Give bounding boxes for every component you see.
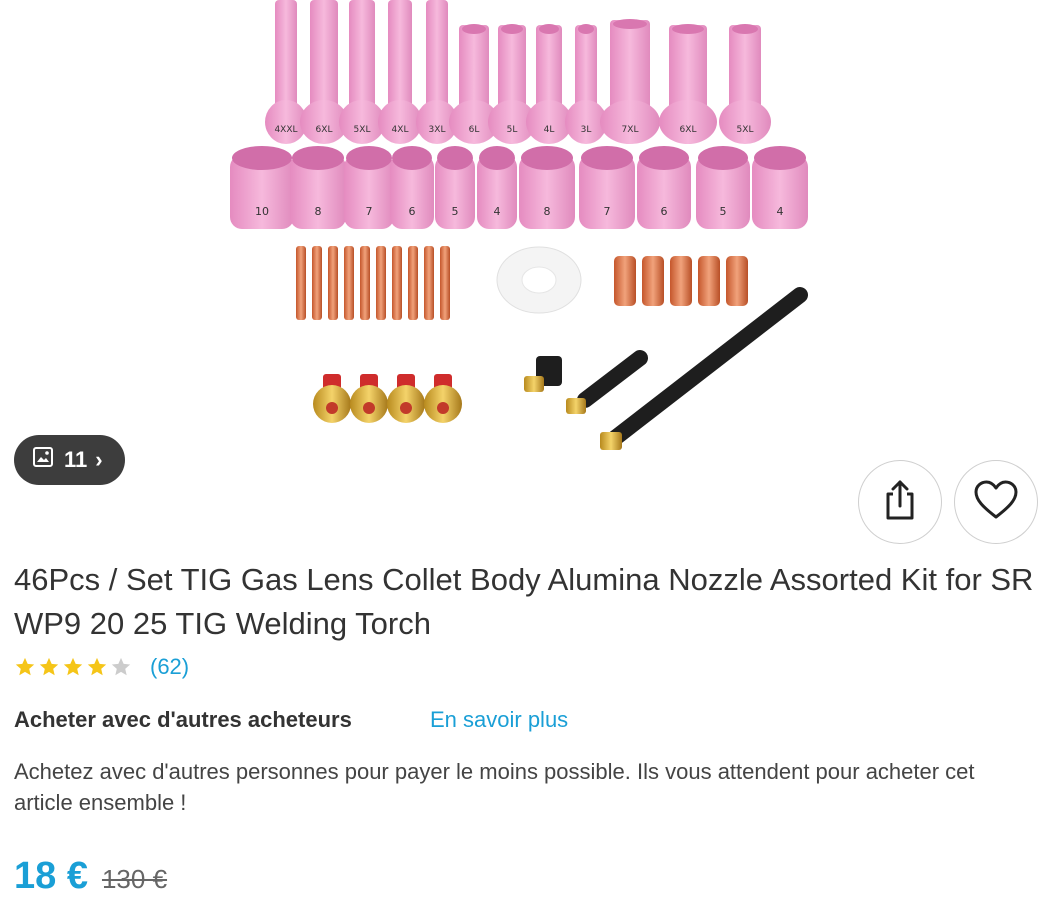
back-caps <box>524 287 808 450</box>
collet-body <box>670 256 692 306</box>
collet <box>344 246 354 320</box>
collet-body <box>698 256 720 306</box>
share-button[interactable] <box>858 460 942 544</box>
svg-text:5XL: 5XL <box>354 125 371 135</box>
collet <box>296 246 306 320</box>
short-nozzle: 8 <box>290 146 346 229</box>
long-nozzle-row: 4XXL 6XL 5XL 4XL 3XL 6L 5L 4L 3L 7XL 6XL 5XL <box>265 0 771 144</box>
tig-kit-photo: 4XXL 6XL 5XL 4XL 3XL 6L 5L 4L 3L 7XL 6XL 5XL 10 8 7 6 5… <box>230 0 808 450</box>
gallery-count: 11 <box>64 447 88 472</box>
collet-row <box>296 246 450 320</box>
svg-text:3XL: 3XL <box>429 125 446 135</box>
short-nozzle-row: 10 8 7 6 5 4 8 7 6 5 4 <box>230 146 808 229</box>
short-nozzle: 6 <box>390 146 434 229</box>
collet-body <box>642 256 664 306</box>
svg-text:4: 4 <box>494 205 501 218</box>
star-icon <box>15 657 35 676</box>
collet <box>376 246 386 320</box>
star-icon <box>39 657 59 676</box>
gallery-count-button[interactable]: 11 › <box>14 435 125 485</box>
long-nozzle: 7XL <box>600 19 660 144</box>
long-nozzle: 6XL <box>659 24 717 144</box>
learn-more-link[interactable]: En savoir plus <box>430 707 568 733</box>
short-nozzle: 5 <box>435 146 475 229</box>
long-nozzle: 4L <box>526 24 572 144</box>
price-row: 18 € 130 € <box>14 855 167 898</box>
short-nozzle: 8 <box>519 146 575 229</box>
collet <box>328 246 338 320</box>
svg-text:6: 6 <box>661 205 668 218</box>
gas-lens <box>387 374 425 423</box>
image-icon <box>32 446 54 474</box>
group-buy-title: Acheter avec d'autres acheteurs <box>14 707 352 732</box>
short-nozzle: 4 <box>477 146 517 229</box>
product-rating[interactable]: (62) <box>14 654 189 680</box>
long-nozzle: 4XL <box>378 0 422 144</box>
short-nozzle: 10 <box>230 146 294 229</box>
short-nozzle: 6 <box>637 146 691 229</box>
group-buy-description: Achetez avec d'autres personnes pour pay… <box>14 759 975 815</box>
svg-text:8: 8 <box>315 205 322 218</box>
svg-text:7XL: 7XL <box>622 125 639 135</box>
svg-text:4: 4 <box>777 205 784 218</box>
svg-text:7: 7 <box>604 205 611 218</box>
collet <box>424 246 434 320</box>
svg-text:6: 6 <box>409 205 416 218</box>
svg-text:10: 10 <box>255 205 269 218</box>
gas-lens <box>350 374 388 423</box>
svg-text:4L: 4L <box>544 125 555 135</box>
svg-text:4XL: 4XL <box>392 125 409 135</box>
svg-text:5: 5 <box>720 205 727 218</box>
star-icon <box>87 657 107 676</box>
rating-stars <box>14 656 132 678</box>
svg-text:5: 5 <box>452 205 459 218</box>
collet-body <box>726 256 748 306</box>
svg-text:6L: 6L <box>469 125 480 135</box>
review-count[interactable]: (62) <box>150 654 189 680</box>
share-icon <box>880 478 920 527</box>
svg-text:5XL: 5XL <box>737 125 754 135</box>
collet <box>360 246 370 320</box>
star-icon <box>63 657 83 676</box>
product-title: 46Pcs / Set TIG Gas Lens Collet Body Alu… <box>14 562 1034 641</box>
gas-lens <box>313 374 351 423</box>
long-nozzle: 5XL <box>719 24 771 144</box>
chevron-right-icon: › <box>95 447 103 472</box>
short-nozzle: 5 <box>696 146 750 229</box>
short-nozzle: 4 <box>752 146 808 229</box>
svg-text:6XL: 6XL <box>680 125 697 135</box>
current-price: 18 € <box>14 855 88 897</box>
favorite-button[interactable] <box>954 460 1038 544</box>
collet <box>408 246 418 320</box>
original-price: 130 € <box>101 864 168 894</box>
short-nozzle: 7 <box>344 146 394 229</box>
product-image[interactable]: 4XXL 6XL 5XL 4XL 3XL 6L 5L 4L 3L 7XL 6XL 5XL 10 8 7 6 5… <box>0 0 1044 470</box>
gas-lens-row <box>313 374 462 423</box>
collet <box>440 246 450 320</box>
short-nozzle: 7 <box>579 146 635 229</box>
heart-icon <box>973 479 1019 526</box>
star-icon <box>111 657 131 676</box>
collet-body-row <box>614 256 748 306</box>
svg-text:7: 7 <box>366 205 373 218</box>
svg-text:3L: 3L <box>581 125 592 135</box>
collet <box>392 246 402 320</box>
collet <box>312 246 322 320</box>
svg-text:6XL: 6XL <box>316 125 333 135</box>
collet-body <box>614 256 636 306</box>
svg-text:5L: 5L <box>507 125 518 135</box>
svg-text:8: 8 <box>544 205 551 218</box>
svg-text:4XXL: 4XXL <box>274 125 297 135</box>
gas-lens <box>424 374 462 423</box>
